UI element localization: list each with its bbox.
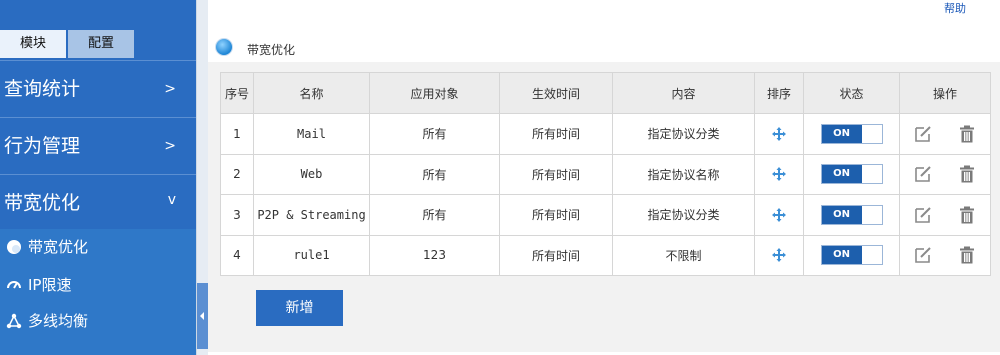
delete-trash-icon[interactable] xyxy=(957,245,977,265)
submenu-bandwidth: 带宽优化 IP限速 多线均衡 xyxy=(0,229,196,355)
menu-group-label: 带宽优化 xyxy=(4,192,81,214)
gauge-icon xyxy=(7,281,21,289)
menu-group-behavior-mgmt[interactable]: 行为管理 > xyxy=(0,117,196,174)
share-nodes-icon xyxy=(6,313,22,329)
sidebar-top xyxy=(0,0,196,30)
cell-name: rule1 xyxy=(253,234,370,276)
col-header-index: 序号 xyxy=(220,72,254,114)
table-header-row: 序号 名称 应用对象 生效时间 内容 排序 状态 操作 xyxy=(220,72,991,114)
sidebar-item-label: IP限速 xyxy=(28,276,72,294)
table-row: 3 P2P & Streaming 所有 所有时间 指定协议分类 ON xyxy=(220,194,991,236)
toggle-on-label: ON xyxy=(821,205,862,224)
col-header-order: 排序 xyxy=(754,72,804,114)
menu-group-query-stats[interactable]: 查询统计 > xyxy=(0,60,196,117)
delete-trash-icon[interactable] xyxy=(957,124,977,144)
table-row: 4 rule1 123 所有时间 不限制 ON xyxy=(220,234,991,276)
cell-target: 123 xyxy=(369,234,500,276)
edit-icon[interactable] xyxy=(913,164,933,184)
sidebar-item-ip-limit[interactable]: IP限速 xyxy=(0,267,196,303)
delete-trash-icon[interactable] xyxy=(957,164,977,184)
chevron-down-icon: v xyxy=(167,192,176,208)
cell-order xyxy=(754,113,804,155)
status-toggle[interactable]: ON xyxy=(820,164,883,185)
move-drag-icon[interactable] xyxy=(771,166,787,182)
cell-order xyxy=(754,194,804,236)
menu-group-label: 行为管理 xyxy=(4,135,81,157)
sidebar: 模块 配置 查询统计 > 行为管理 > 带宽优化 v 带宽优化 IP限速 多线均… xyxy=(0,0,196,355)
col-header-content: 内容 xyxy=(612,72,755,114)
cell-name: P2P & Streaming xyxy=(253,194,370,236)
sidebar-item-label: 多线均衡 xyxy=(28,312,89,330)
delete-trash-icon[interactable] xyxy=(957,205,977,225)
cell-content: 指定协议分类 xyxy=(612,194,755,236)
cell-name: Mail xyxy=(253,113,370,155)
cell-index: 2 xyxy=(220,153,254,195)
col-header-time: 生效时间 xyxy=(499,72,613,114)
table-row: 1 Mail 所有 所有时间 指定协议分类 ON xyxy=(220,113,991,155)
cell-time: 所有时间 xyxy=(499,153,613,195)
cell-time: 所有时间 xyxy=(499,234,613,276)
rules-table: 序号 名称 应用对象 生效时间 内容 排序 状态 操作 1 Mail 所有 所有时间指… xyxy=(220,72,991,276)
sidebar-item-bandwidth-opt[interactable]: 带宽优化 xyxy=(0,229,196,265)
tab-config[interactable]: 配置 xyxy=(68,30,134,58)
collapse-sidebar-button[interactable] xyxy=(197,283,208,349)
tab-modules[interactable]: 模块 xyxy=(0,30,66,58)
edit-icon[interactable] xyxy=(913,245,933,265)
move-drag-icon[interactable] xyxy=(771,247,787,263)
cell-target: 所有 xyxy=(369,113,500,155)
col-header-actions: 操作 xyxy=(899,72,991,114)
cell-actions xyxy=(899,194,991,236)
toggle-on-label: ON xyxy=(821,246,862,265)
edit-icon[interactable] xyxy=(913,124,933,144)
move-drag-icon[interactable] xyxy=(771,207,787,223)
add-rule-button[interactable]: 新增 xyxy=(256,290,343,326)
edit-icon[interactable] xyxy=(913,205,933,225)
cell-time: 所有时间 xyxy=(499,194,613,236)
cell-order xyxy=(754,153,804,195)
cell-content: 指定协议分类 xyxy=(612,113,755,155)
cell-target: 所有 xyxy=(369,194,500,236)
cell-index: 4 xyxy=(220,234,254,276)
status-toggle[interactable]: ON xyxy=(820,123,883,144)
move-drag-icon[interactable] xyxy=(771,126,787,142)
col-header-name: 名称 xyxy=(253,72,370,114)
title-bullet-icon xyxy=(215,38,233,56)
cell-actions xyxy=(899,234,991,276)
status-toggle[interactable]: ON xyxy=(820,245,883,266)
cell-status: ON xyxy=(803,113,900,155)
table-row: 2 Web 所有 所有时间 指定协议名称 ON xyxy=(220,153,991,195)
cell-time: 所有时间 xyxy=(499,113,613,155)
cell-index: 3 xyxy=(220,194,254,236)
sidebar-item-multiline-balance[interactable]: 多线均衡 xyxy=(0,303,196,339)
cell-index: 1 xyxy=(220,113,254,155)
toggle-on-label: ON xyxy=(821,165,862,184)
toggle-on-label: ON xyxy=(821,124,862,143)
cell-content: 指定协议名称 xyxy=(612,153,755,195)
cell-order xyxy=(754,234,804,276)
sidebar-item-label: 带宽优化 xyxy=(28,238,89,256)
cell-name: Web xyxy=(253,153,370,195)
cell-status: ON xyxy=(803,153,900,195)
chevron-right-icon: > xyxy=(164,138,176,154)
menu-group-label: 查询统计 xyxy=(4,78,81,100)
circle-icon xyxy=(7,240,21,254)
status-toggle[interactable]: ON xyxy=(820,204,883,225)
menu-group-bandwidth-opt[interactable]: 带宽优化 v xyxy=(0,174,196,231)
help-link[interactable]: 帮助 xyxy=(944,0,966,16)
cell-content: 不限制 xyxy=(612,234,755,276)
cell-actions xyxy=(899,153,991,195)
col-header-target: 应用对象 xyxy=(369,72,500,114)
cell-status: ON xyxy=(803,234,900,276)
sidebar-tabs: 模块 配置 xyxy=(0,30,196,58)
col-header-status: 状态 xyxy=(803,72,900,114)
chevron-right-icon: > xyxy=(164,81,176,97)
cell-actions xyxy=(899,113,991,155)
cell-target: 所有 xyxy=(369,153,500,195)
cell-status: ON xyxy=(803,194,900,236)
page-title: 带宽优化 xyxy=(247,43,296,57)
